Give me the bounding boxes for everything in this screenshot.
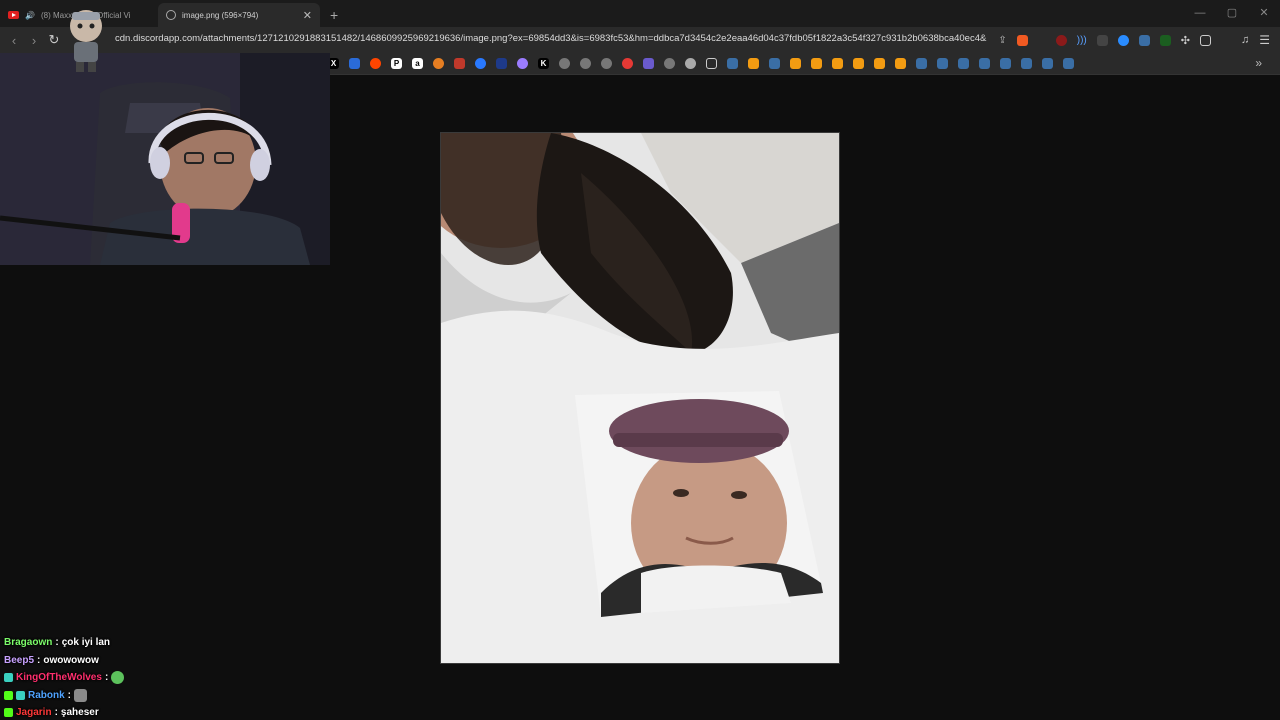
chat-message: KingOfTheWolves :: [4, 669, 324, 687]
bookmark-icon[interactable]: [832, 58, 843, 69]
forward-icon[interactable]: ›: [24, 33, 44, 48]
steam-bookmark-icon[interactable]: [916, 58, 927, 69]
minimize-button[interactable]: —: [1184, 0, 1216, 27]
bookmarks-overflow-icon[interactable]: »: [1255, 56, 1262, 70]
ublock-icon[interactable]: [1055, 34, 1067, 46]
kick-badge-icon: [4, 690, 13, 700]
bookmark-list: X P a K: [328, 58, 1074, 69]
new-tab-button[interactable]: +: [320, 3, 348, 27]
chat-overlay: Bragaown : çok iyi lan Beep5 : owowowow …: [4, 634, 324, 720]
photo-illustration: [441, 133, 839, 663]
bookmark-icon[interactable]: [601, 58, 612, 69]
kick-extension-icon[interactable]: [1159, 34, 1171, 46]
sidebar-icon[interactable]: [1199, 34, 1211, 46]
streamer-webcam: [0, 53, 330, 265]
bookmark-icon[interactable]: K: [538, 58, 549, 69]
chat-message: Beep5 : owowowow: [4, 652, 324, 670]
screen: 🔊 (8) Maxx - G... (Official Vi image.png…: [0, 0, 1280, 720]
steam-bookmark-icon[interactable]: [1000, 58, 1011, 69]
chat-message: Bragaown : çok iyi lan: [4, 634, 324, 652]
extension-icon[interactable]: [1138, 34, 1150, 46]
bookmark-icon[interactable]: [664, 58, 675, 69]
steam-bookmark-icon[interactable]: [727, 58, 738, 69]
extension-icon[interactable]: [1096, 34, 1108, 46]
close-window-button[interactable]: ✕: [1248, 0, 1280, 27]
mascot-sticker: [70, 10, 102, 72]
chat-separator: :: [104, 672, 109, 683]
media-icon[interactable]: ♫: [1241, 34, 1249, 46]
address-toolbar: ‹ › ↻ cdn.discordapp.com/attachments/127…: [0, 27, 1280, 53]
steam-bookmark-icon[interactable]: [1021, 58, 1032, 69]
bookmark-icon[interactable]: [895, 58, 906, 69]
bookmark-icon[interactable]: [349, 58, 360, 69]
bookmark-icon[interactable]: [685, 58, 696, 69]
bookmark-icon[interactable]: [874, 58, 885, 69]
reddit-bookmark-icon[interactable]: [370, 58, 381, 69]
bookmark-icon[interactable]: [433, 58, 444, 69]
chat-username: KingOfTheWolves: [16, 672, 102, 683]
frog-emote-icon: [111, 671, 125, 685]
chat-text: şaheser: [60, 707, 99, 718]
reload-icon[interactable]: ↻: [44, 32, 64, 48]
steam-bookmark-icon[interactable]: [1063, 58, 1074, 69]
chat-separator: :: [55, 637, 59, 648]
webcam-overlay: [0, 53, 330, 265]
bookmark-icon[interactable]: [790, 58, 801, 69]
share-icon[interactable]: ⇪: [998, 35, 1006, 46]
extension-icon[interactable]: [1117, 34, 1129, 46]
bookmark-icon[interactable]: [517, 58, 528, 69]
amazon-bookmark-icon[interactable]: a: [412, 58, 423, 69]
bookmark-icon[interactable]: [580, 58, 591, 69]
youtube-icon: [8, 11, 19, 19]
window-controls: — ▢ ✕: [1184, 0, 1280, 27]
bookmark-icon[interactable]: [748, 58, 759, 69]
chat-separator: :: [54, 707, 58, 718]
subscriber-badge-icon: [16, 690, 25, 700]
tab-strip: 🔊 (8) Maxx - G... (Official Vi image.png…: [0, 0, 1280, 27]
bookmark-icon[interactable]: [496, 58, 507, 69]
bookmark-icon[interactable]: P: [391, 58, 402, 69]
kick-badge-icon: [4, 708, 13, 718]
maximize-button[interactable]: ▢: [1216, 0, 1248, 27]
chat-message: Jagarin : şaheser: [4, 704, 324, 720]
bookmark-icon[interactable]: [811, 58, 822, 69]
steam-bookmark-icon[interactable]: [937, 58, 948, 69]
steam-bookmark-icon[interactable]: [769, 58, 780, 69]
chat-text: çok iyi lan: [61, 637, 111, 648]
back-icon[interactable]: ‹: [4, 33, 24, 48]
displayed-image[interactable]: [441, 133, 839, 663]
steam-bookmark-icon[interactable]: [1042, 58, 1053, 69]
folder-icon[interactable]: [706, 58, 717, 69]
subscriber-badge-icon: [4, 673, 13, 683]
close-tab-icon[interactable]: ✕: [303, 9, 312, 22]
steam-bookmark-icon[interactable]: [958, 58, 969, 69]
speaker-icon[interactable]: 🔊: [25, 11, 35, 20]
chat-username: Bragaown: [4, 637, 53, 648]
address-bar[interactable]: cdn.discordapp.com/attachments/127121029…: [115, 33, 986, 44]
chat-message: Rabonk :: [4, 687, 324, 705]
chat-separator: :: [67, 689, 72, 701]
steam-bookmark-icon[interactable]: [979, 58, 990, 69]
tab-title: image.png (596×794): [182, 10, 259, 20]
tab-image[interactable]: image.png (596×794) ✕: [158, 3, 320, 27]
bookmark-icon[interactable]: [559, 58, 570, 69]
toolbar-actions: ⇪ ))) ✣ ♫ ☰: [998, 27, 1280, 53]
chat-text: owowowow: [43, 654, 99, 666]
audio-extension-icon[interactable]: ))): [1077, 35, 1087, 46]
chat-username: Rabonk: [28, 689, 65, 701]
globe-icon: [166, 10, 176, 20]
menu-icon[interactable]: ☰: [1259, 33, 1270, 47]
chat-separator: :: [37, 654, 41, 666]
face-emote-icon: [74, 688, 88, 702]
chat-username: Jagarin: [16, 707, 52, 718]
bookmark-icon[interactable]: [622, 58, 633, 69]
bookmark-icon[interactable]: [643, 58, 654, 69]
puzzle-icon[interactable]: ✣: [1181, 34, 1190, 47]
bookmark-icon[interactable]: [454, 58, 465, 69]
chat-username: Beep5: [4, 654, 35, 666]
bookmark-icon[interactable]: [475, 58, 486, 69]
bookmark-icon[interactable]: [853, 58, 864, 69]
brave-shield-icon[interactable]: [1016, 34, 1028, 46]
